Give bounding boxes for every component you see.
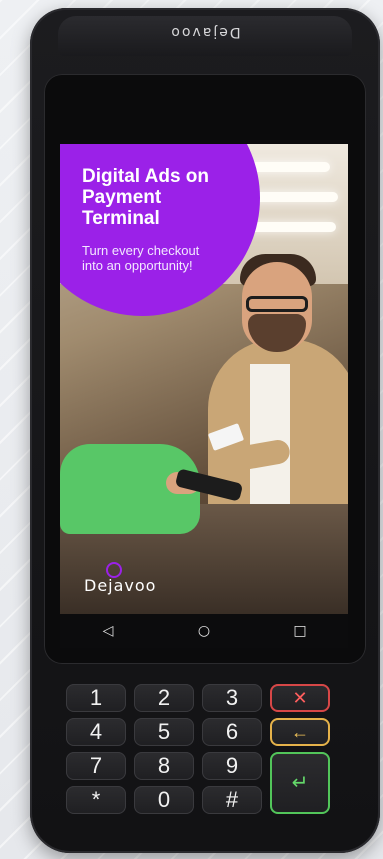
key-1[interactable]: 1 <box>66 684 126 712</box>
key-0[interactable]: 0 <box>134 786 194 814</box>
back-button[interactable]: ◁ <box>88 617 128 645</box>
hash-key[interactable]: # <box>202 786 262 814</box>
key-8[interactable]: 8 <box>134 752 194 780</box>
clear-key[interactable]: ← <box>270 718 330 746</box>
recent-apps-button[interactable]: □ <box>280 617 320 645</box>
screen-logo: Dejavoo <box>84 576 157 595</box>
ad-title: Digital Ads on Payment Terminal <box>82 166 210 229</box>
key-4[interactable]: 4 <box>66 718 126 746</box>
key-5[interactable]: 5 <box>134 718 194 746</box>
screen-bezel: Digital Ads on Payment Terminal Turn eve… <box>44 74 366 664</box>
keypad: 1 2 3 ✕ 4 5 6 ← 7 8 9 ↵ * 0 # <box>66 684 336 834</box>
key-2[interactable]: 2 <box>134 684 194 712</box>
star-key[interactable]: * <box>66 786 126 814</box>
printer-cover: Dejavoo <box>58 16 352 56</box>
android-nav-bar: ◁ ○ □ <box>60 614 348 648</box>
brand-logo-top: Dejavoo <box>169 24 241 40</box>
key-9[interactable]: 9 <box>202 752 262 780</box>
enter-key[interactable]: ↵ <box>270 752 330 814</box>
home-button[interactable]: ○ <box>184 617 224 645</box>
payment-terminal: Dejavoo Digital Ads on Payment Terminal … <box>30 8 380 853</box>
glasses <box>246 296 308 312</box>
key-6[interactable]: 6 <box>202 718 262 746</box>
key-7[interactable]: 7 <box>66 752 126 780</box>
cancel-key[interactable]: ✕ <box>270 684 330 712</box>
key-3[interactable]: 3 <box>202 684 262 712</box>
ad-screen[interactable]: Digital Ads on Payment Terminal Turn eve… <box>60 144 348 614</box>
ad-subtitle: Turn every checkout into an opportunity! <box>82 243 200 273</box>
